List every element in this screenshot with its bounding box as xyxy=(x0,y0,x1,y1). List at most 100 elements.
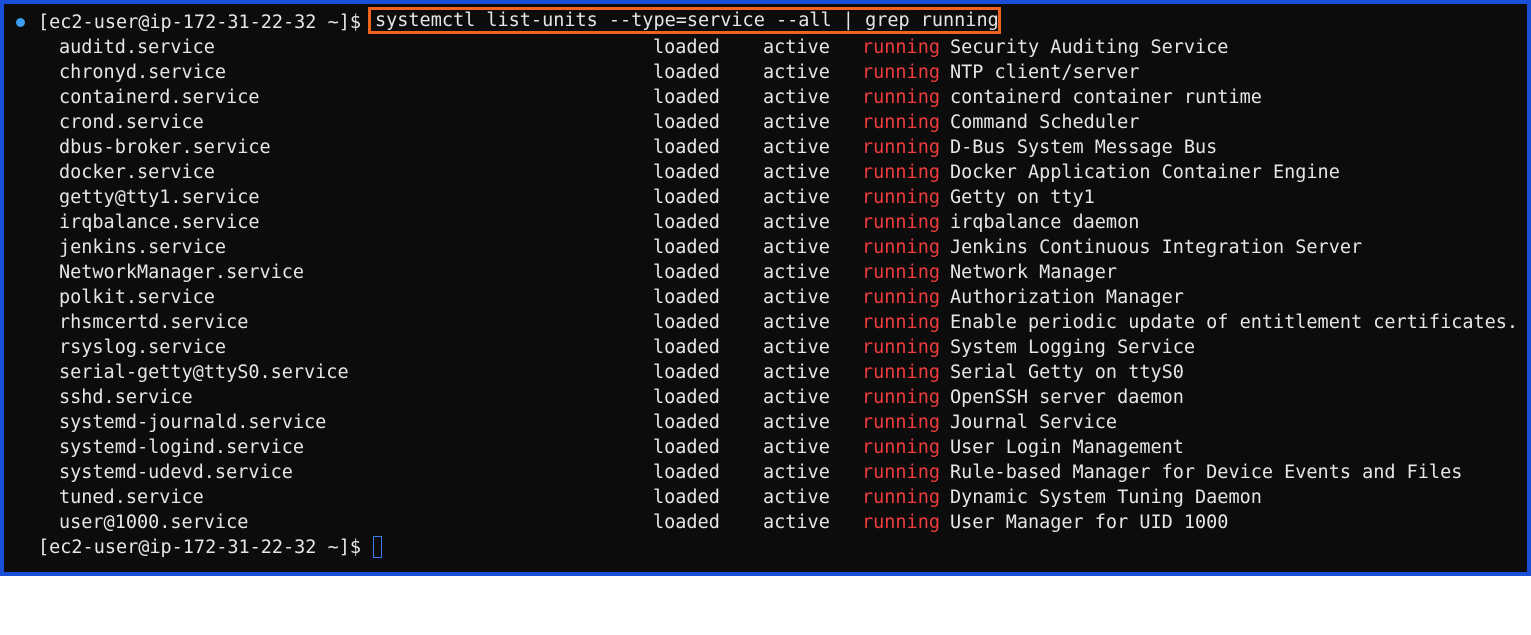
service-load-state: loaded xyxy=(653,437,720,458)
service-active-state: active xyxy=(763,37,830,58)
service-sub-state: running xyxy=(862,487,940,508)
service-active-state: active xyxy=(763,187,830,208)
service-description: Docker Application Container Engine xyxy=(950,162,1340,183)
service-description: Security Auditing Service xyxy=(950,37,1229,58)
service-active-state: active xyxy=(763,112,830,133)
service-active-state: active xyxy=(763,362,830,383)
service-load-state: loaded xyxy=(653,137,720,158)
service-load-state: loaded xyxy=(653,187,720,208)
service-active-state: active xyxy=(763,487,830,508)
service-active-state: active xyxy=(763,62,830,83)
service-sub-state: running xyxy=(862,262,940,283)
service-active-state: active xyxy=(763,462,830,483)
service-description: Jenkins Continuous Integration Server xyxy=(950,237,1363,258)
service-description: NTP client/server xyxy=(950,62,1140,83)
service-unit-name: containerd.service xyxy=(59,87,260,108)
service-sub-state: running xyxy=(862,512,940,533)
service-load-state: loaded xyxy=(653,312,720,333)
service-active-state: active xyxy=(763,437,830,458)
service-active-state: active xyxy=(763,512,830,533)
service-load-state: loaded xyxy=(653,262,720,283)
service-unit-name: chronyd.service xyxy=(59,62,227,83)
service-sub-state: running xyxy=(862,462,940,483)
service-load-state: loaded xyxy=(653,62,720,83)
service-load-state: loaded xyxy=(653,412,720,433)
service-sub-state: running xyxy=(862,287,940,308)
service-description: System Logging Service xyxy=(950,337,1196,358)
highlighted-command: systemctl list-units --type=service --al… xyxy=(368,7,1001,34)
command-line: [ec2-user@ip-172-31-22-32 ~]$ systemctl … xyxy=(16,7,1001,35)
service-active-state: active xyxy=(763,287,830,308)
service-active-state: active xyxy=(763,87,830,108)
service-description: Serial Getty on ttyS0 xyxy=(950,362,1184,383)
service-description: Getty on tty1 xyxy=(950,187,1095,208)
service-load-state: loaded xyxy=(653,512,720,533)
service-unit-name: serial-getty@ttyS0.service xyxy=(59,362,349,383)
service-unit-name: rsyslog.service xyxy=(59,337,227,358)
service-sub-state: running xyxy=(862,337,940,358)
service-description: Enable periodic update of entitlement ce… xyxy=(950,312,1519,333)
service-description: Journal Service xyxy=(950,412,1118,433)
service-load-state: loaded xyxy=(653,337,720,358)
service-active-state: active xyxy=(763,262,830,283)
service-sub-state: running xyxy=(862,137,940,158)
service-active-state: active xyxy=(763,162,830,183)
terminal-window: [ec2-user@ip-172-31-22-32 ~]$ systemctl … xyxy=(0,0,1531,576)
service-unit-name: systemd-journald.service xyxy=(59,412,327,433)
service-description: User Login Management xyxy=(950,437,1184,458)
service-load-state: loaded xyxy=(653,462,720,483)
service-sub-state: running xyxy=(862,237,940,258)
terminal-output[interactable]: [ec2-user@ip-172-31-22-32 ~]$ systemctl … xyxy=(12,7,1523,568)
service-unit-name: systemd-udevd.service xyxy=(59,462,293,483)
service-load-state: loaded xyxy=(653,112,720,133)
service-unit-name: rhsmcertd.service xyxy=(59,312,249,333)
service-active-state: active xyxy=(763,312,830,333)
service-description: OpenSSH server daemon xyxy=(950,387,1184,408)
service-unit-name: polkit.service xyxy=(59,287,215,308)
service-sub-state: running xyxy=(862,437,940,458)
shell-prompt: [ec2-user@ip-172-31-22-32 ~]$ xyxy=(38,12,362,33)
service-description: Authorization Manager xyxy=(950,287,1184,308)
service-load-state: loaded xyxy=(653,287,720,308)
service-load-state: loaded xyxy=(653,87,720,108)
service-sub-state: running xyxy=(862,362,940,383)
service-load-state: loaded xyxy=(653,37,720,58)
service-unit-name: docker.service xyxy=(59,162,215,183)
shell-prompt-current: [ec2-user@ip-172-31-22-32 ~]$ xyxy=(38,537,362,558)
service-unit-name: irqbalance.service xyxy=(59,212,260,233)
service-unit-name: jenkins.service xyxy=(59,237,227,258)
service-load-state: loaded xyxy=(653,362,720,383)
service-unit-name: sshd.service xyxy=(59,387,193,408)
service-sub-state: running xyxy=(862,112,940,133)
text-cursor-icon[interactable] xyxy=(373,536,382,558)
service-sub-state: running xyxy=(862,212,940,233)
service-sub-state: running xyxy=(862,387,940,408)
service-unit-name: tuned.service xyxy=(59,487,204,508)
service-active-state: active xyxy=(763,387,830,408)
service-load-state: loaded xyxy=(653,237,720,258)
command-status-dot-icon xyxy=(16,18,25,27)
service-sub-state: running xyxy=(862,312,940,333)
service-active-state: active xyxy=(763,212,830,233)
service-unit-name: getty@tty1.service xyxy=(59,187,260,208)
service-unit-name: systemd-logind.service xyxy=(59,437,305,458)
service-active-state: active xyxy=(763,237,830,258)
service-unit-name: crond.service xyxy=(59,112,204,133)
service-description: Dynamic System Tuning Daemon xyxy=(950,487,1262,508)
service-sub-state: running xyxy=(862,412,940,433)
service-sub-state: running xyxy=(862,162,940,183)
service-load-state: loaded xyxy=(653,387,720,408)
service-description: D-Bus System Message Bus xyxy=(950,137,1218,158)
service-sub-state: running xyxy=(862,187,940,208)
service-unit-name: NetworkManager.service xyxy=(59,262,305,283)
input-prompt-line[interactable]: [ec2-user@ip-172-31-22-32 ~]$ xyxy=(18,535,382,560)
service-active-state: active xyxy=(763,412,830,433)
service-load-state: loaded xyxy=(653,487,720,508)
service-description: irqbalance daemon xyxy=(950,212,1140,233)
service-unit-name: dbus-broker.service xyxy=(59,137,271,158)
service-sub-state: running xyxy=(862,62,940,83)
service-sub-state: running xyxy=(862,87,940,108)
service-unit-name: auditd.service xyxy=(59,37,215,58)
service-description: containerd container runtime xyxy=(950,87,1262,108)
service-description: User Manager for UID 1000 xyxy=(950,512,1229,533)
